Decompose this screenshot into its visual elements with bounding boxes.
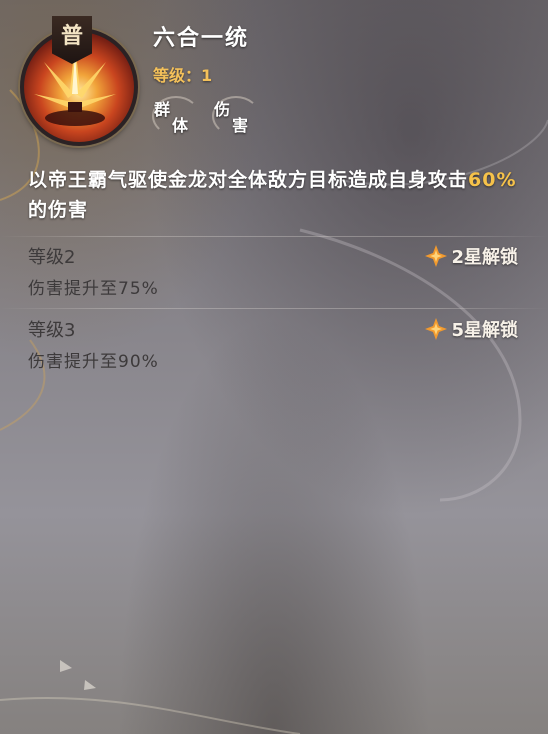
skill-level: 等级：1 [153,62,212,86]
skill-level-value: 1 [201,66,213,85]
tag-char: 群 [154,100,171,119]
description-text: 以帝王霸气驱使金龙对全体敌方目标造成自身攻击 [28,169,469,191]
skill-type-label: 普 [60,23,83,49]
tag-char: 伤 [214,100,231,119]
upgrade-unlock-label: 5星解锁 [451,320,518,341]
tag-group-target: 群 体 [152,96,200,136]
divider [0,308,548,309]
skill-level-label: 等级： [153,66,202,85]
upgrade-level-desc: 伤害提升至90% [28,352,159,372]
description-highlight: 60% [468,169,517,191]
skill-name: 六合一统 [153,26,250,51]
skill-detail-panel: 普 六合一统 等级：1 群 体 伤 害 以帝王霸气驱使金龙对全体敌方目标造成自身… [0,0,548,734]
tag-char: 害 [232,116,249,135]
upgrade-level-title: 等级2 [28,247,76,268]
tag-char: 体 [172,116,189,135]
upgrade-unlock-label: 2星解锁 [451,247,518,268]
upgrade-level-title: 等级3 [28,320,76,341]
star-icon [425,318,448,340]
divider [0,236,548,237]
upgrade-unlock: 5星解锁 [425,316,518,342]
description-text-end: 的伤害 [28,199,89,221]
upgrade-unlock: 2星解锁 [425,243,518,269]
tag-damage: 伤 害 [212,96,260,136]
skill-description: 以帝王霸气驱使金龙对全体敌方目标造成自身攻击60% 的伤害 [28,165,518,225]
star-icon [425,245,448,267]
upgrade-level-desc: 伤害提升至75% [28,279,159,299]
